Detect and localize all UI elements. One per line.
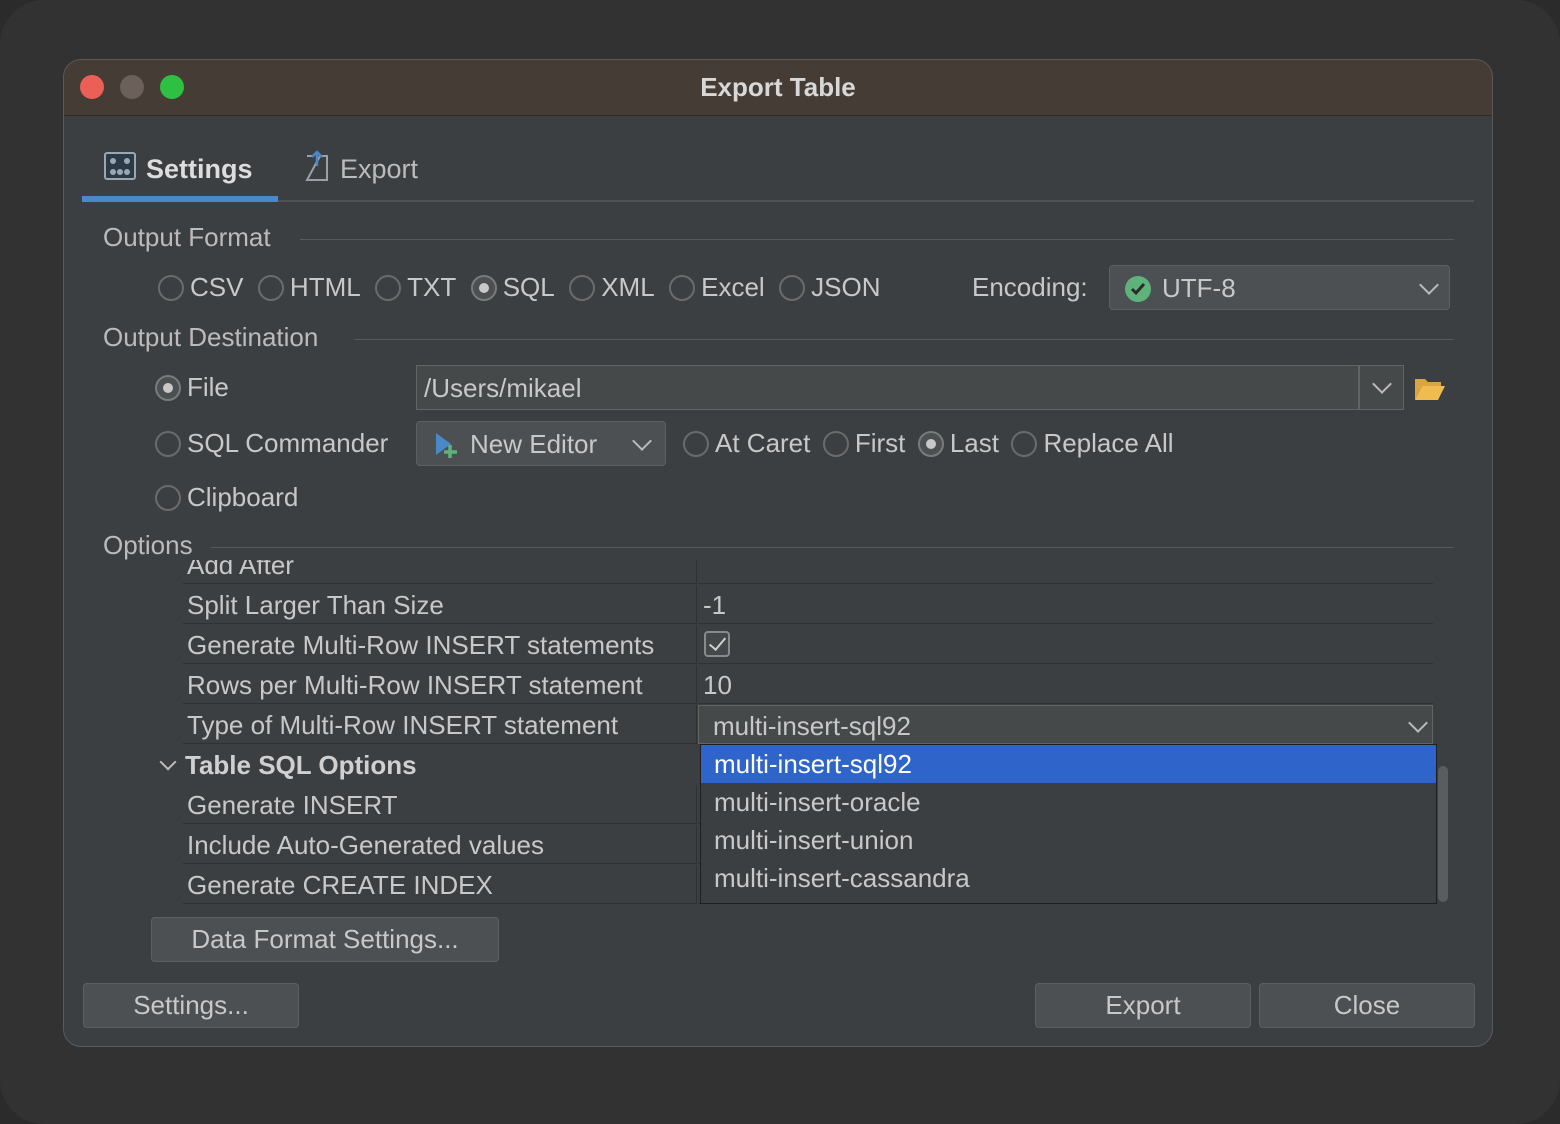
close-button[interactable]: Close [1259, 983, 1475, 1028]
dropdown-option-cassandra[interactable]: multi-insert-cassandra [701, 859, 1436, 897]
format-radio-csv[interactable]: CSV [158, 272, 243, 302]
dropdown-option-sql92[interactable]: multi-insert-sql92 [701, 745, 1436, 783]
property-name: Add After [183, 560, 697, 584]
encoding-label: Encoding: [972, 272, 1088, 302]
export-button[interactable]: Export [1035, 983, 1251, 1028]
format-radio-txt[interactable]: TXT [375, 272, 456, 302]
chevron-down-icon [1419, 275, 1439, 295]
settings-sliders-icon [104, 151, 136, 187]
format-radio-group: CSV HTML TXT SQL XML Excel JSON [158, 272, 881, 303]
property-name: Generate Multi-Row INSERT statements [183, 625, 697, 664]
check-circle-icon [1124, 275, 1152, 310]
output-format-heading: Output Format [103, 222, 271, 252]
position-radio-replace-all[interactable]: Replace All [1011, 428, 1174, 458]
chevron-down-icon [1408, 713, 1428, 733]
table-row[interactable]: Rows per Multi-Row INSERT statement 10 [151, 665, 1433, 705]
multi-row-insert-checkbox[interactable] [704, 631, 730, 657]
data-format-settings-button[interactable]: Data Format Settings... [151, 917, 499, 962]
encoding-value: UTF-8 [1162, 273, 1236, 303]
chevron-down-icon [1372, 374, 1392, 394]
tab-settings-label: Settings [146, 153, 253, 184]
format-radio-json[interactable]: JSON [779, 272, 881, 302]
options-heading: Options [103, 530, 193, 560]
divider [211, 547, 1454, 548]
property-name: Split Larger Than Size [183, 585, 697, 624]
format-radio-excel[interactable]: Excel [669, 272, 765, 302]
property-name: Generate CREATE INDEX [183, 865, 697, 904]
export-document-icon [304, 149, 330, 189]
file-path-input[interactable]: /Users/mikael [416, 365, 1359, 410]
tab-settings[interactable]: Settings [104, 140, 253, 198]
export-table-dialog: Export Table Settings Export Output Form… [63, 59, 1493, 1047]
position-radio-first[interactable]: First [822, 428, 905, 458]
format-radio-sql[interactable]: SQL [470, 272, 555, 302]
output-destination-heading: Output Destination [103, 322, 319, 352]
tab-export-label: Export [340, 153, 419, 184]
title-bar: Export Table [64, 60, 1492, 116]
property-value[interactable] [698, 560, 1433, 584]
settings-button[interactable]: Settings... [83, 983, 299, 1028]
format-radio-xml[interactable]: XML [569, 272, 655, 302]
multi-insert-type-select[interactable]: multi-insert-sql92 [698, 705, 1433, 744]
property-value[interactable] [698, 625, 1433, 664]
encoding-select[interactable]: UTF-8 [1109, 265, 1450, 310]
table-row[interactable]: Add After [151, 560, 1433, 585]
active-tab-indicator [82, 196, 278, 202]
dropdown-option-oracle[interactable]: multi-insert-oracle [701, 783, 1436, 821]
position-radio-at-caret[interactable]: At Caret [683, 428, 810, 458]
chevron-down-icon [632, 431, 652, 451]
tab-bar: Settings Export [82, 140, 1474, 202]
chevron-down-icon[interactable] [159, 753, 177, 771]
folder-open-icon[interactable] [1414, 376, 1446, 407]
property-name: Generate INSERT [183, 785, 697, 824]
table-row[interactable]: Type of Multi-Row INSERT statement multi… [151, 705, 1433, 745]
table-row[interactable]: Generate Multi-Row INSERT statements [151, 625, 1433, 665]
new-editor-icon [433, 431, 461, 466]
destination-radio-sql-commander[interactable]: SQL Commander [155, 428, 388, 459]
destination-radio-clipboard[interactable]: Clipboard [155, 482, 298, 513]
multi-insert-type-dropdown-list: multi-insert-sql92 multi-insert-oracle m… [700, 744, 1437, 904]
property-name: Type of Multi-Row INSERT statement [183, 705, 697, 744]
property-value[interactable]: 10 [698, 665, 1433, 704]
options-scrollbar[interactable] [1438, 766, 1448, 902]
dropdown-option-union[interactable]: multi-insert-union [701, 821, 1436, 859]
position-radio-last[interactable]: Last [917, 428, 999, 458]
window-title: Export Table [700, 72, 856, 102]
divider [300, 239, 1454, 240]
property-name: Rows per Multi-Row INSERT statement [183, 665, 697, 704]
destination-radio-file[interactable]: File [155, 372, 229, 403]
format-radio-html[interactable]: HTML [257, 272, 361, 302]
file-history-dropdown-button[interactable] [1359, 365, 1404, 410]
tab-export[interactable]: Export [304, 140, 418, 198]
insert-position-radio-group: At Caret First Last Replace All [683, 428, 1174, 459]
divider [354, 339, 1454, 340]
editor-select[interactable]: New Editor [416, 421, 666, 466]
property-value[interactable]: -1 [698, 585, 1433, 624]
property-name: Include Auto-Generated values [183, 825, 697, 864]
table-row[interactable]: Split Larger Than Size -1 [151, 585, 1433, 625]
